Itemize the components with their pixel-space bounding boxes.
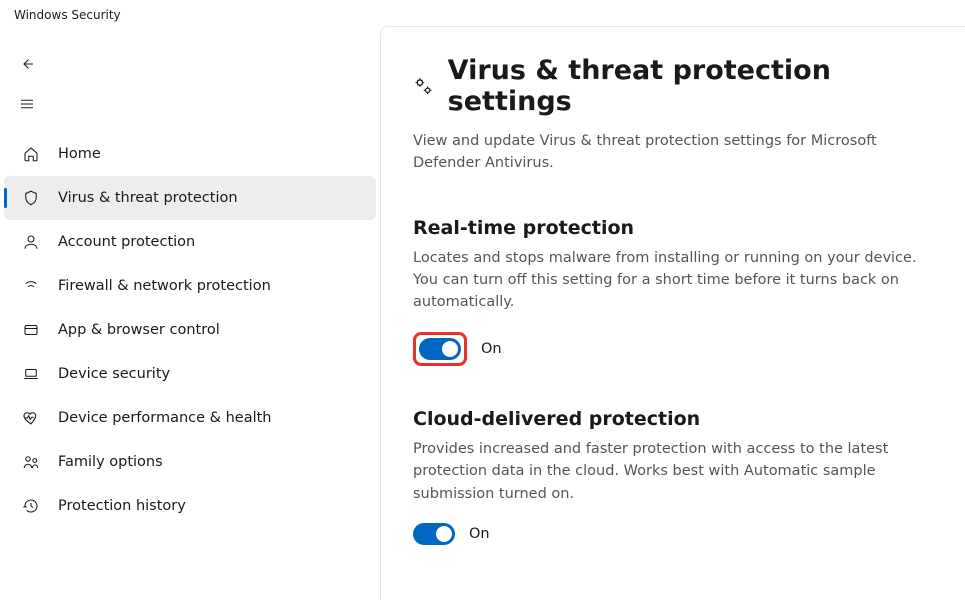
sidebar-item-home[interactable]: Home (4, 132, 376, 176)
sidebar-item-history[interactable]: Protection history (4, 484, 376, 528)
sidebar-item-device-security[interactable]: Device security (4, 352, 376, 396)
sidebar-item-label: Family options (58, 454, 376, 470)
menu-button[interactable] (0, 84, 380, 124)
sidebar-item-account[interactable]: Account protection (4, 220, 376, 264)
home-icon (22, 145, 40, 163)
person-icon (22, 233, 40, 251)
sidebar-item-app-browser[interactable]: App & browser control (4, 308, 376, 352)
toggle-highlight (413, 332, 467, 366)
arrow-left-icon (18, 55, 36, 73)
window-icon (22, 321, 40, 339)
realtime-toggle[interactable] (419, 338, 461, 360)
laptop-icon (22, 365, 40, 383)
sidebar-item-label: App & browser control (58, 322, 376, 338)
section-title-cloud: Cloud-delivered protection (413, 408, 933, 430)
toggle-row-cloud: On (413, 523, 933, 545)
signal-icon (22, 277, 40, 295)
section-title-realtime: Real-time protection (413, 217, 933, 239)
sidebar-item-firewall[interactable]: Firewall & network protection (4, 264, 376, 308)
section-cloud: Cloud-delivered protection Provides incr… (413, 408, 933, 545)
sidebar: Home Virus & threat protection Account p… (0, 26, 380, 600)
section-realtime: Real-time protection Locates and stops m… (413, 217, 933, 366)
page-subtitle: View and update Virus & threat protectio… (413, 131, 933, 175)
sidebar-item-label: Protection history (58, 498, 376, 514)
hamburger-icon (18, 95, 36, 113)
content-area: Virus & threat protection settings View … (380, 26, 965, 600)
section-desc-realtime: Locates and stops malware from installin… (413, 247, 933, 314)
sidebar-item-virus-threat[interactable]: Virus & threat protection (4, 176, 376, 220)
window-title: Windows Security (0, 0, 965, 26)
history-icon (22, 497, 40, 515)
sidebar-item-label: Firewall & network protection (58, 278, 376, 294)
heart-pulse-icon (22, 409, 40, 427)
cloud-toggle[interactable] (413, 523, 455, 545)
page-title: Virus & threat protection settings (448, 55, 933, 117)
sidebar-item-label: Home (58, 146, 376, 162)
sidebar-item-label: Device security (58, 366, 376, 382)
sidebar-item-label: Virus & threat protection (58, 190, 376, 206)
page-header: Virus & threat protection settings (413, 55, 933, 117)
nav-list: Home Virus & threat protection Account p… (0, 132, 380, 528)
sidebar-item-performance[interactable]: Device performance & health (4, 396, 376, 440)
realtime-toggle-state: On (481, 341, 502, 357)
sidebar-item-label: Device performance & health (58, 410, 376, 426)
sidebar-item-family[interactable]: Family options (4, 440, 376, 484)
back-button[interactable] (0, 44, 380, 84)
cloud-toggle-state: On (469, 526, 490, 542)
section-desc-cloud: Provides increased and faster protection… (413, 438, 933, 505)
sidebar-item-label: Account protection (58, 234, 376, 250)
people-icon (22, 453, 40, 471)
gears-icon (413, 75, 434, 97)
main-layout: Home Virus & threat protection Account p… (0, 26, 965, 600)
shield-icon (22, 189, 40, 207)
toggle-row-realtime: On (413, 332, 933, 366)
